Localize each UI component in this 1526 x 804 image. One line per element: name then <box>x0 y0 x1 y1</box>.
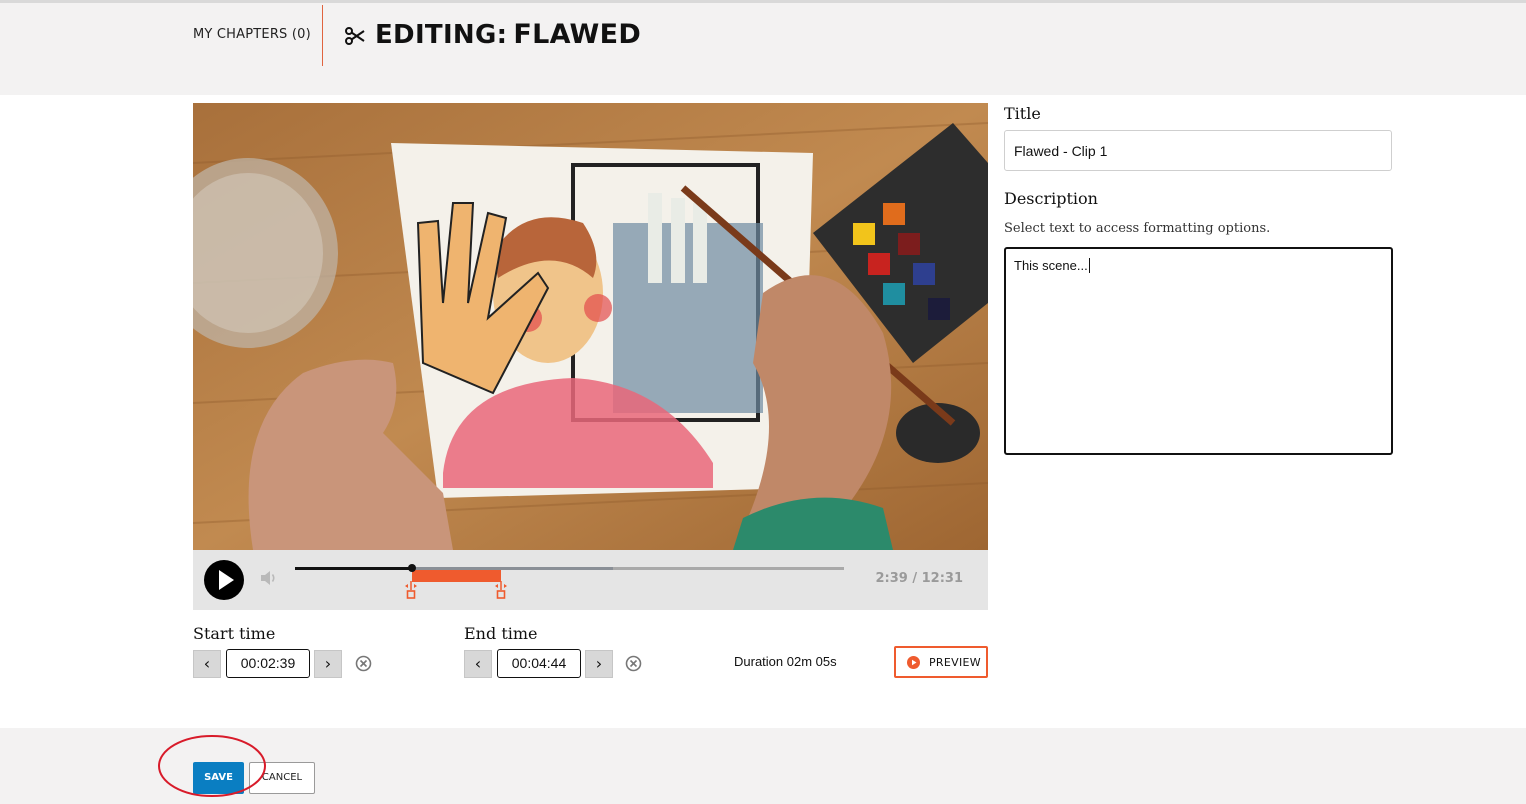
text-cursor <box>1088 258 1090 273</box>
page-title: EDITING: FLAWED <box>375 19 641 50</box>
description-label: Description <box>1004 189 1098 208</box>
start-time-label: Start time <box>193 624 276 643</box>
clip-start-handle-icon[interactable] <box>404 581 418 599</box>
description-editor[interactable]: This scene... <box>1004 247 1393 455</box>
save-button[interactable]: SAVE <box>193 762 244 794</box>
editing-label: EDITING: <box>375 20 508 50</box>
start-time-clear-icon[interactable] <box>355 655 372 672</box>
end-time-input[interactable]: 00:04:44 <box>497 649 581 678</box>
end-time-label: End time <box>464 624 538 643</box>
end-time-clear-icon[interactable] <box>625 655 642 672</box>
title-input[interactable] <box>1004 130 1392 171</box>
start-time-input[interactable]: 00:02:39 <box>226 649 310 678</box>
video-frame[interactable] <box>193 103 988 550</box>
description-hint: Select text to access formatting options… <box>1004 221 1271 236</box>
my-chapters-link[interactable]: MY CHAPTERS (0) <box>193 27 311 42</box>
clip-selection-range[interactable] <box>412 570 501 582</box>
player-controls: 2:39 / 12:31 <box>193 550 988 610</box>
clip-end-handle-icon[interactable] <box>494 581 508 599</box>
cancel-button[interactable]: CANCEL <box>249 762 315 794</box>
scissors-icon <box>344 25 366 52</box>
end-time-decrement-button[interactable]: ‹ <box>464 650 492 678</box>
title-label: Title <box>1004 104 1041 123</box>
start-time-increment-button[interactable]: › <box>314 650 342 678</box>
play-button[interactable] <box>204 560 244 600</box>
playhead-knob[interactable] <box>408 564 416 572</box>
timeline-played <box>295 567 412 570</box>
volume-icon[interactable] <box>259 568 279 588</box>
page-header: MY CHAPTERS (0) EDITING: FLAWED <box>0 3 1526 95</box>
header-divider <box>322 5 323 66</box>
end-time-increment-button[interactable]: › <box>585 650 613 678</box>
start-time-decrement-button[interactable]: ‹ <box>193 650 221 678</box>
preview-label: PREVIEW <box>929 656 981 669</box>
clip-duration: Duration 02m 05s <box>734 654 837 669</box>
time-display: 2:39 / 12:31 <box>875 571 963 586</box>
video-title: FLAWED <box>513 19 642 50</box>
description-text: This scene... <box>1014 258 1088 273</box>
video-still <box>193 103 988 550</box>
play-circle-icon <box>907 656 920 669</box>
preview-button[interactable]: PREVIEW <box>894 646 988 678</box>
